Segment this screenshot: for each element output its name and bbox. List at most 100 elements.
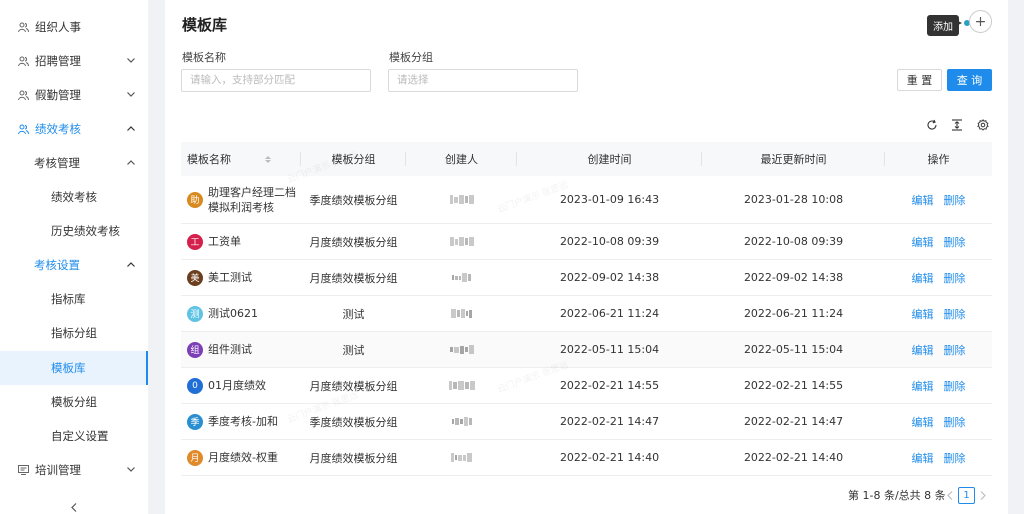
chevron-down-icon [126, 55, 136, 65]
delete-link[interactable]: 删除 [944, 234, 966, 250]
table-row[interactable]: 月月度绩效-权重 月度绩效模板分组 2022-02-21 14:40 2022-02-… [181, 440, 992, 476]
template-name-cell: 助助理客户经理二档模拟利润考核 [181, 176, 301, 223]
created-time-cell: 2022-06-21 11:24 [559, 307, 660, 320]
sidebar-item-indicator-library[interactable]: 指标库 [0, 282, 148, 316]
sidebar-item-attendance[interactable]: 假勤管理 [0, 78, 148, 112]
redacted-creator [451, 453, 472, 462]
edit-link[interactable]: 编辑 [912, 378, 934, 394]
delete-link[interactable]: 删除 [944, 414, 966, 430]
delete-link[interactable]: 删除 [944, 378, 966, 394]
template-name: 工资单 [208, 235, 241, 248]
template-group-cell: 月度绩效模板分组 [309, 451, 398, 465]
actions-cell: 编辑 删除 [885, 260, 992, 295]
updated-time-cell: 2022-05-11 15:04 [743, 343, 844, 356]
edit-link[interactable]: 编辑 [912, 306, 934, 322]
chevron-left-icon[interactable] [945, 490, 955, 500]
sidebar-item-history-review[interactable]: 历史绩效考核 [0, 214, 148, 248]
sidebar-item-performance-review[interactable]: 绩效考核 [0, 180, 148, 214]
people-icon [17, 21, 29, 33]
actions-cell: 编辑 删除 [885, 296, 992, 331]
template-group-select[interactable]: 请选择 [388, 69, 578, 92]
sidebar-item-recruit[interactable]: 招聘管理 [0, 44, 148, 78]
query-button[interactable]: 查 询 [947, 69, 992, 91]
delete-link[interactable]: 删除 [944, 192, 966, 208]
sidebar-item-custom-settings[interactable]: 自定义设置 [0, 419, 148, 453]
pagination-page-current[interactable]: 1 [958, 487, 975, 504]
sidebar-item-label: 模板库 [51, 361, 86, 375]
sidebar-item-label: 指标库 [51, 292, 86, 306]
sidebar-item-training[interactable]: 培训管理 [0, 453, 148, 487]
sidebar-item-indicator-group[interactable]: 指标分组 [0, 316, 148, 350]
sidebar-item-label: 组织人事 [35, 20, 81, 34]
table-row[interactable]: 助助理客户经理二档模拟利润考核 季度绩效模板分组 2023-01-09 16:43 2… [181, 176, 992, 224]
table-row[interactable]: 美美工测试 月度绩效模板分组 2022-09-02 14:38 2022-09-02 … [181, 260, 992, 296]
creator-cell [406, 332, 517, 367]
template-group-cell: 测试 [342, 307, 365, 321]
avatar: 美 [187, 269, 203, 286]
template-name-label: 模板名称 [182, 51, 226, 64]
sidebar-item-review-settings[interactable]: 考核设置 [0, 248, 148, 282]
gear-icon[interactable] [977, 119, 989, 131]
delete-link[interactable]: 删除 [944, 342, 966, 358]
sidebar-item-label: 培训管理 [35, 463, 81, 477]
edit-link[interactable]: 编辑 [912, 234, 934, 250]
chevron-down-icon [126, 89, 136, 99]
column-header-created-time: 创建时间 [517, 142, 702, 176]
sidebar-item-label: 历史绩效考核 [51, 224, 120, 238]
edit-link[interactable]: 编辑 [912, 414, 934, 430]
template-name-cell: 测测试0621 [181, 296, 301, 331]
sidebar-item-template-library[interactable]: 模板库 [0, 351, 148, 385]
sidebar-item-review-manage[interactable]: 考核管理 [0, 146, 148, 180]
sidebar-item-label: 假勤管理 [35, 88, 81, 102]
template-name: 季度考核-加和 [208, 415, 278, 428]
updated-time-cell: 2023-01-28 10:08 [743, 193, 844, 206]
table-row[interactable]: 工工资单 月度绩效模板分组 2022-10-08 09:39 2022-10-08 0… [181, 224, 992, 260]
chevron-up-icon [126, 123, 136, 133]
table-row[interactable]: 组组件测试 测试 2022-05-11 15:04 2022-05-11 15:04 编… [181, 332, 992, 368]
delete-link[interactable]: 删除 [944, 270, 966, 286]
updated-time-cell: 2022-10-08 09:39 [743, 235, 844, 248]
table-body: 助助理客户经理二档模拟利润考核 季度绩效模板分组 2023-01-09 16:43 2… [181, 176, 992, 476]
chevron-down-icon [126, 464, 136, 474]
sidebar-item-template-group[interactable]: 模板分组 [0, 385, 148, 419]
add-button[interactable]: + [969, 10, 992, 33]
edit-link[interactable]: 编辑 [912, 192, 934, 208]
column-header-updated-time: 最近更新时间 [702, 142, 885, 176]
density-icon[interactable] [951, 119, 963, 131]
template-name-cell: 月月度绩效-权重 [181, 440, 301, 475]
table-row[interactable]: 测测试0621 测试 2022-06-21 11:24 2022-06-21 11:2… [181, 296, 992, 332]
column-header-actions: 操作 [927, 153, 950, 166]
page-title: 模板库 [182, 16, 228, 34]
edit-link[interactable]: 编辑 [912, 270, 934, 286]
reset-button[interactable]: 重 置 [897, 69, 942, 91]
avatar: 月 [187, 449, 203, 466]
avatar: 0 [187, 377, 203, 394]
created-time-cell: 2022-02-21 14:40 [559, 451, 660, 464]
template-name: 助理客户经理二档模拟利润考核 [208, 185, 296, 214]
chevron-right-icon[interactable] [978, 490, 988, 500]
template-name: 组件测试 [208, 343, 252, 356]
column-header-name[interactable]: 模板名称 [181, 142, 301, 176]
sidebar-item-label: 模板分组 [51, 395, 97, 409]
redacted-creator [448, 381, 475, 390]
updated-time-cell: 2022-02-21 14:47 [743, 415, 844, 428]
delete-link[interactable]: 删除 [944, 450, 966, 466]
sidebar-item-label: 指标分组 [51, 326, 97, 340]
collapse-sidebar-icon[interactable] [67, 500, 81, 514]
chevron-up-icon [126, 157, 136, 167]
template-group-cell: 季度绩效模板分组 [309, 193, 398, 207]
avatar: 工 [187, 233, 203, 250]
refresh-icon[interactable] [926, 119, 938, 131]
edit-link[interactable]: 编辑 [912, 450, 934, 466]
delete-link[interactable]: 删除 [944, 306, 966, 322]
sidebar-item-org[interactable]: 组织人事 [0, 10, 148, 44]
edit-link[interactable]: 编辑 [912, 342, 934, 358]
sort-icon[interactable] [265, 155, 271, 163]
template-name-input[interactable]: 请输入，支持部分匹配 [181, 69, 371, 92]
creator-cell [406, 176, 517, 223]
sidebar: 组织人事 招聘管理 假勤管理 绩效考核 考核管理 绩效考核 历史绩效考核 考核设… [0, 0, 148, 514]
creator-cell [406, 260, 517, 295]
actions-cell: 编辑 删除 [885, 368, 992, 403]
sidebar-item-performance[interactable]: 绩效考核 [0, 112, 148, 146]
table-row[interactable]: 0 01月度绩效 月度绩效模板分组 2022-02-21 14:55 2022-02-2… [181, 368, 992, 404]
